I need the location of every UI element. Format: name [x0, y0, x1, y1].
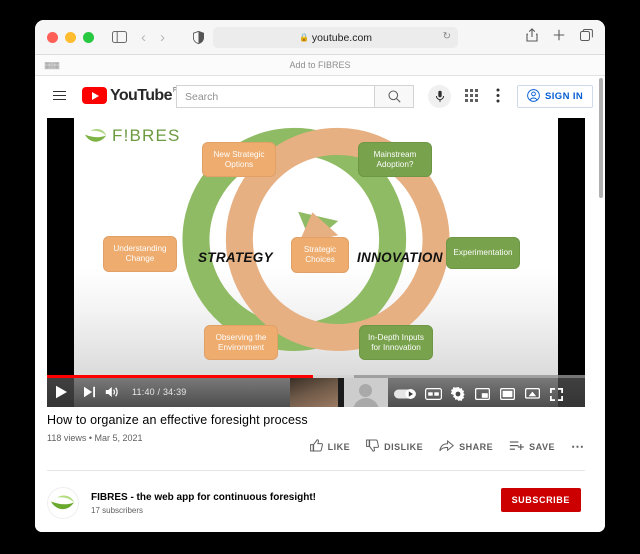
- search-button[interactable]: [374, 85, 414, 108]
- account-circle-icon: [527, 88, 540, 105]
- avatar[interactable]: [47, 487, 79, 519]
- more-actions-button[interactable]: ⋯: [571, 438, 585, 454]
- autoplay-toggle-icon[interactable]: [394, 388, 416, 400]
- dislike-label: DISLIKE: [384, 441, 424, 452]
- play-icon[interactable]: [55, 385, 68, 399]
- tab-overview-icon[interactable]: [580, 28, 593, 47]
- like-label: LIKE: [327, 441, 351, 452]
- bookmarks-bar: ▦▦ Add to FIBRES: [35, 55, 605, 76]
- video-meta: How to organize an effective foresight p…: [47, 413, 585, 453]
- plus-icon[interactable]: [553, 28, 565, 47]
- sidebar-icon[interactable]: [112, 31, 127, 43]
- share-label: SHARE: [459, 441, 494, 452]
- volume-icon[interactable]: [105, 386, 120, 398]
- ellipsis-icon: ⋯: [571, 438, 585, 454]
- url-text: youtube.com: [311, 31, 373, 44]
- node-mainstream-adoption: Mainstream Adoption?: [358, 142, 432, 177]
- next-track-icon[interactable]: [83, 386, 96, 398]
- node-strategic-choices: Strategic Choices: [291, 237, 349, 273]
- browser-window: ‹ › 🔒 youtube.com ↻ ▦▦ Add to FIBRES You…: [35, 20, 605, 532]
- microphone-icon[interactable]: [428, 85, 451, 108]
- address-bar[interactable]: 🔒 youtube.com ↻: [213, 27, 458, 48]
- youtube-play-icon: [82, 86, 107, 105]
- meta-divider: [47, 470, 585, 471]
- time-display: 11:40 / 34:39: [132, 387, 187, 397]
- search-bar: Search: [176, 85, 414, 108]
- maximize-window-button[interactable]: [83, 31, 94, 43]
- page-scrollbar[interactable]: [599, 78, 603, 198]
- thumbs-down-icon: [366, 439, 380, 454]
- fibres-leaf-avatar: [51, 495, 74, 510]
- node-understanding-change: Understanding Change: [103, 236, 177, 272]
- share-icon[interactable]: [526, 28, 538, 47]
- player-controls: 11:40 / 34:39: [47, 375, 585, 407]
- channel-subscribers: 17 subscribers: [91, 505, 144, 515]
- node-in-depth-inputs: In-Depth Inputs for Innovation: [359, 325, 433, 360]
- fullscreen-icon[interactable]: [550, 388, 563, 401]
- share-arrow-icon: [439, 439, 455, 454]
- youtube-page: YouTube FI Search: [35, 76, 605, 532]
- chevron-right-icon[interactable]: ›: [160, 30, 165, 45]
- foresight-cycle-diagram: STRATEGY INNOVATION New Strategic Option…: [74, 118, 558, 407]
- toolbar-right-icons: [526, 28, 593, 47]
- node-experimentation: Experimentation: [446, 237, 520, 269]
- closed-captions-icon[interactable]: [425, 388, 442, 400]
- preview-thumbnail-avatar: [344, 378, 388, 407]
- video-player[interactable]: F!BRES STRATEGY INNOVATION New Strategic…: [47, 118, 585, 407]
- theater-mode-icon[interactable]: [500, 388, 515, 400]
- video-title: How to organize an effective foresight p…: [47, 413, 308, 427]
- subscribe-button[interactable]: SUBSCRIBE: [500, 488, 581, 512]
- lock-icon: 🔒: [298, 33, 309, 42]
- hamburger-menu-icon[interactable]: [53, 90, 66, 101]
- apps-grid-icon[interactable]: [465, 89, 478, 107]
- save-playlist-icon: [509, 440, 524, 454]
- window-traffic-lights: [47, 31, 94, 43]
- video-actions: LIKE DISLIKE SHARE SAVE ⋯: [309, 438, 585, 454]
- sign-in-label: SIGN IN: [545, 91, 584, 102]
- node-new-strategic-options: New Strategic Options: [202, 142, 276, 177]
- reload-icon[interactable]: ↻: [443, 31, 451, 42]
- controls-row: 11:40 / 34:39: [47, 378, 585, 407]
- miniplayer-icon[interactable]: [475, 388, 490, 400]
- thumbs-up-icon: [309, 439, 323, 454]
- nav-buttons: ‹ ›: [141, 30, 165, 45]
- sign-in-button[interactable]: SIGN IN: [517, 85, 594, 108]
- cast-icon[interactable]: [525, 388, 540, 400]
- save-button[interactable]: SAVE: [509, 440, 555, 454]
- screen: ‹ › 🔒 youtube.com ↻ ▦▦ Add to FIBRES You…: [0, 0, 640, 554]
- bookmark-add-to-fibres[interactable]: Add to FIBRES: [35, 60, 605, 70]
- node-observing-the-environment: Observing the Environment: [204, 325, 278, 360]
- gear-icon[interactable]: [451, 387, 465, 401]
- preview-thumbnail-webcam: [290, 378, 338, 407]
- save-label: SAVE: [529, 441, 555, 452]
- strategy-label: STRATEGY: [198, 250, 273, 265]
- video-frame: F!BRES STRATEGY INNOVATION New Strategic…: [74, 118, 558, 407]
- hover-preview-thumbnails: [290, 378, 394, 407]
- browser-toolbar: ‹ › 🔒 youtube.com ↻: [35, 20, 605, 55]
- share-button[interactable]: SHARE: [439, 439, 494, 454]
- channel-info: FIBRES - the web app for continuous fore…: [91, 492, 316, 515]
- innovation-label: INNOVATION: [357, 250, 443, 265]
- youtube-header: YouTube FI Search: [35, 76, 605, 116]
- chevron-left-icon[interactable]: ‹: [141, 30, 146, 45]
- youtube-logo[interactable]: YouTube FI: [82, 86, 179, 105]
- minimize-window-button[interactable]: [65, 31, 76, 43]
- search-input[interactable]: Search: [176, 85, 374, 108]
- dislike-button[interactable]: DISLIKE: [366, 439, 423, 454]
- like-button[interactable]: LIKE: [309, 439, 351, 454]
- close-window-button[interactable]: [47, 31, 58, 43]
- channel-name[interactable]: FIBRES - the web app for continuous fore…: [91, 492, 316, 503]
- more-vertical-icon[interactable]: [496, 88, 500, 105]
- channel-row: FIBRES - the web app for continuous fore…: [47, 480, 585, 526]
- privacy-shield-icon[interactable]: [193, 30, 204, 44]
- youtube-logo-text: YouTube: [110, 86, 172, 104]
